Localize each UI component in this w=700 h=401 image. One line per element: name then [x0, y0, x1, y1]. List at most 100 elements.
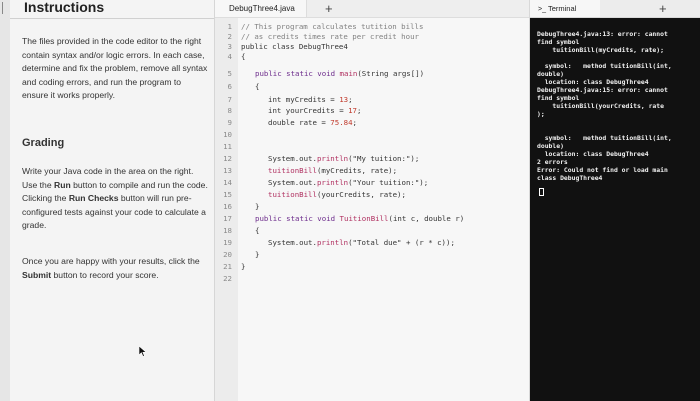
code-token: (yourCredits, rate); [316, 190, 406, 199]
terminal-line: class DebugThree4 [537, 174, 603, 182]
code-line: } [241, 262, 246, 271]
instructions-title: Instructions [24, 0, 105, 15]
terminal-line: symbol: method tuitionBill(int, [537, 62, 672, 70]
submit-text: Once you are happy with your results, cl… [22, 256, 200, 266]
code-line: int myCredits = 13; [268, 95, 353, 104]
submit-reference: Submit [22, 269, 52, 280]
code-token: (myCredits, rate); [316, 166, 398, 175]
add-terminal-button[interactable]: + [659, 1, 667, 16]
submit-text: button to record your score. [51, 269, 159, 280]
instructions-paragraph: The files provided in the code editor to… [22, 36, 208, 101]
line-number-gutter: 1 2 3 4 5 6 7 8 9 10 11 12 13 14 15 16 1… [215, 18, 238, 401]
run-checks-reference: Run Checks [68, 193, 119, 204]
code-line: // as credits times rate per credit hour [241, 32, 419, 41]
code-token: ; [348, 95, 353, 104]
line-number: 7 [227, 95, 232, 104]
line-number: 11 [223, 142, 232, 151]
grading-paragraph: Write your Java code in the area on the … [22, 165, 208, 233]
code-token: tuitionBill [268, 166, 317, 175]
terminal-line: DebugThree4.java:13: error: cannot [537, 30, 668, 38]
terminal-line: symbol: method tuitionBill(int, [537, 134, 672, 142]
submit-paragraph: Once you are happy with your results, cl… [22, 255, 208, 282]
terminal-cursor [539, 188, 544, 196]
code-token: ; [352, 118, 357, 127]
code-line: { [255, 226, 260, 235]
code-token: tuitionBill [268, 190, 317, 199]
line-number: 9 [227, 118, 232, 127]
add-file-button[interactable]: + [325, 1, 333, 16]
code-token: println [316, 154, 349, 163]
code-token: double rate = [268, 118, 331, 127]
code-token: public static void [255, 214, 340, 223]
terminal-line: location: class DebugThree4 [537, 78, 649, 86]
collapse-icon[interactable] [2, 2, 7, 14]
code-token: System.out. [268, 154, 317, 163]
terminal-line: double) [537, 142, 564, 150]
code-token: println [316, 178, 349, 187]
code-line: System.out.println("My tuition:"); [268, 154, 419, 163]
run-reference: Run [54, 179, 71, 190]
tab-debugthree4-java[interactable]: DebugThree4.java [215, 0, 307, 17]
code-line: public class DebugThree4 [241, 42, 348, 51]
code-token: 17 [348, 106, 357, 115]
line-number: 20 [223, 250, 232, 259]
terminal-tab-label: Terminal [547, 4, 577, 13]
line-number: 19 [223, 238, 232, 247]
code-token: int myCredits = [268, 95, 340, 104]
terminal-line: Error: Could not find or load main [537, 166, 668, 174]
terminal-output[interactable]: DebugThree4.java:13: error: cannot find … [530, 18, 700, 401]
code-token: ("Total due" + (r * c)); [348, 238, 455, 247]
line-number: 1 [227, 22, 232, 31]
code-token: int yourCredits = [268, 106, 349, 115]
line-number: 17 [223, 214, 232, 223]
code-line: { [255, 82, 260, 91]
code-token: TuitionBill [339, 214, 389, 223]
code-line: } [255, 250, 260, 259]
line-number: 22 [223, 274, 232, 283]
line-number: 5 [227, 69, 232, 78]
code-token: System.out. [268, 238, 317, 247]
code-token: ("My tuition:"); [348, 154, 420, 163]
line-number: 16 [223, 202, 232, 211]
terminal-line: DebugThree4.java:15: error: cannot [537, 86, 668, 94]
terminal-line: ); [537, 110, 545, 118]
line-number: 21 [223, 262, 232, 271]
code-token: ("Your tuition:"); [348, 178, 429, 187]
panel-collapse-strip[interactable] [0, 0, 10, 401]
code-line: } [255, 202, 260, 211]
line-number: 8 [227, 106, 232, 115]
code-line: int yourCredits = 17; [268, 106, 361, 115]
code-token: public static void [255, 69, 340, 78]
divider [10, 18, 214, 19]
line-number: 15 [223, 190, 232, 199]
code-token: (String args[]) [357, 69, 425, 78]
mouse-pointer-icon [139, 346, 147, 357]
line-number: 12 [223, 154, 232, 163]
terminal-line: find symbol [537, 94, 580, 102]
code-line: double rate = 75.84; [268, 118, 357, 127]
code-token: (int c, double r) [388, 214, 465, 223]
code-line: // This program calculates tutition bill… [241, 22, 424, 31]
line-number: 13 [223, 166, 232, 175]
code-token: 75.84 [330, 118, 353, 127]
code-line: { [241, 52, 246, 61]
code-editor[interactable]: DebugThree4.java + 1 2 3 4 5 6 7 8 9 10 … [215, 0, 530, 401]
line-number: 6 [227, 82, 232, 91]
terminal-line: find symbol [537, 38, 580, 46]
terminal-line: location: class DebugThree4 [537, 150, 649, 158]
terminal-line: tuitionBill(myCredits, rate); [537, 46, 664, 54]
tab-terminal[interactable]: >_ Terminal [530, 0, 600, 17]
code-token: main [339, 69, 358, 78]
code-line: public static void main(String args[]) [255, 69, 424, 78]
code-token: println [316, 238, 349, 247]
terminal-line: double) [537, 70, 564, 78]
instructions-panel: Instructions The files provided in the c… [0, 0, 215, 401]
code-token: 13 [339, 95, 349, 104]
line-number: 14 [223, 178, 232, 187]
code-line: System.out.println("Your tuition:"); [268, 178, 428, 187]
code-token: ; [357, 106, 362, 115]
terminal-prompt-icon: >_ [538, 6, 546, 13]
line-number: 4 [227, 52, 232, 61]
code-token: System.out. [268, 178, 317, 187]
code-line: System.out.println("Total due" + (r * c)… [268, 238, 455, 247]
